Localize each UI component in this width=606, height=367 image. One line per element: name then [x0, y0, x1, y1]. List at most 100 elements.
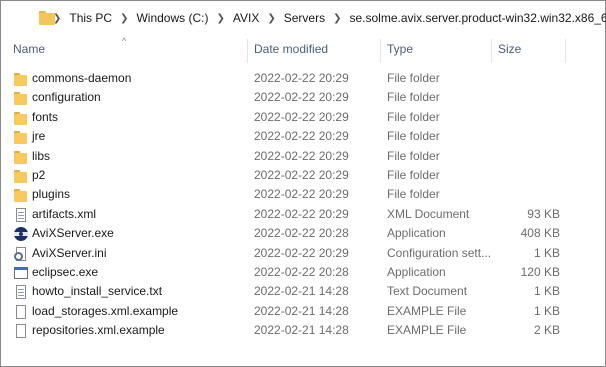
chevron-right-icon[interactable]: ❯	[216, 13, 224, 24]
file-date-modified: 2022-02-22 20:29	[254, 148, 349, 163]
file-name: artifacts.xml	[32, 206, 97, 221]
file-row[interactable]: repositories.xml.example 2022-02-21 14:28…	[1, 321, 605, 340]
column-header-date-modified[interactable]: Date modified	[254, 35, 328, 63]
file-date-modified: 2022-02-21 14:28	[254, 284, 349, 299]
file-size: 1 KB	[533, 303, 560, 318]
column-divider[interactable]	[247, 39, 248, 63]
file-date-modified: 2022-02-22 20:29	[254, 90, 349, 105]
file-name: fonts	[32, 109, 59, 124]
example-file-icon	[13, 304, 29, 320]
breadcrumb: ❯ This PC ❯ Windows (C:) ❯ AVIX ❯ Server…	[45, 11, 606, 25]
folder-icon	[13, 168, 29, 184]
file-date-modified: 2022-02-22 20:29	[254, 129, 349, 144]
text-file-icon	[13, 284, 29, 300]
file-size: 2 KB	[533, 323, 560, 338]
file-row[interactable]: jre 2022-02-22 20:29 File folder	[1, 127, 605, 146]
file-name: configuration	[32, 90, 101, 105]
file-row[interactable]: artifacts.xml 2022-02-22 20:29 XML Documen…	[1, 205, 605, 224]
file-type: Text Document	[387, 284, 468, 299]
folder-icon	[13, 129, 29, 145]
folder-icon	[13, 187, 29, 203]
file-size: 408 KB	[520, 226, 560, 241]
file-type: File folder	[387, 90, 440, 105]
file-name: repositories.xml.example	[32, 323, 165, 338]
file-type: Application	[387, 264, 446, 279]
file-name: plugins	[32, 187, 71, 202]
file-size: 93 KB	[527, 206, 560, 221]
file-row[interactable]: commons-daemon 2022-02-22 20:29 File folde…	[1, 69, 605, 88]
file-list: commons-daemon 2022-02-22 20:29 File folde…	[1, 69, 605, 340]
file-row[interactable]: fonts 2022-02-22 20:29 File folder	[1, 108, 605, 127]
file-name: jre	[32, 129, 46, 144]
file-date-modified: 2022-02-21 14:28	[254, 303, 349, 318]
folder-icon	[13, 149, 29, 165]
file-name: AviXServer.ini	[32, 245, 107, 260]
column-header-row: ^ Name Date modified Type Size	[1, 35, 605, 63]
file-row[interactable]: configuration 2022-02-22 20:29 File folder	[1, 88, 605, 107]
file-type: File folder	[387, 129, 440, 144]
column-divider[interactable]	[380, 39, 381, 63]
chevron-right-icon[interactable]: ❯	[333, 13, 341, 24]
file-size: 1 KB	[533, 245, 560, 260]
address-bar[interactable]: ❯ This PC ❯ Windows (C:) ❯ AVIX ❯ Server…	[1, 1, 606, 35]
xml-file-icon	[13, 207, 29, 223]
file-type: EXAMPLE File	[387, 323, 467, 338]
file-name: libs	[32, 148, 51, 163]
file-row[interactable]: howto_install_service.txt 2022-02-21 14:2…	[1, 282, 605, 301]
column-divider[interactable]	[565, 39, 566, 63]
file-row[interactable]: AviXServer.exe 2022-02-22 20:28 Applicatio…	[1, 224, 605, 243]
file-name: eclipsec.exe	[32, 264, 99, 279]
file-type: File folder	[387, 187, 440, 202]
file-date-modified: 2022-02-22 20:28	[254, 264, 349, 279]
file-explorer-window: ❯ This PC ❯ Windows (C:) ❯ AVIX ❯ Server…	[0, 0, 606, 367]
breadcrumb-this-pc[interactable]: This PC	[69, 11, 112, 25]
file-type: Configuration sett...	[387, 245, 492, 260]
file-size: 1 KB	[533, 284, 560, 299]
breadcrumb-windows-drive[interactable]: Windows (C:)	[136, 11, 208, 25]
config-file-icon	[13, 246, 29, 262]
example-file-icon	[13, 323, 29, 339]
breadcrumb-servers[interactable]: Servers	[284, 11, 325, 25]
file-row[interactable]: libs 2022-02-22 20:29 File folder	[1, 147, 605, 166]
file-date-modified: 2022-02-22 20:29	[254, 109, 349, 124]
file-date-modified: 2022-02-22 20:29	[254, 206, 349, 221]
column-header-type[interactable]: Type	[387, 35, 413, 63]
application-icon	[13, 226, 29, 242]
file-row[interactable]: eclipsec.exe 2022-02-22 20:28 Application 1…	[1, 263, 605, 282]
file-type: File folder	[387, 71, 440, 85]
file-date-modified: 2022-02-22 20:29	[254, 71, 349, 85]
file-date-modified: 2022-02-22 20:29	[254, 167, 349, 182]
column-header-size[interactable]: Size	[498, 35, 521, 63]
column-header-name[interactable]: Name	[13, 35, 45, 63]
file-name: AviXServer.exe	[32, 226, 114, 241]
file-type: Application	[387, 226, 446, 241]
breadcrumb-current-folder[interactable]: se.solme.avix.server.product-win32.win32…	[349, 11, 606, 25]
file-name: commons-daemon	[32, 71, 132, 85]
file-row[interactable]: load_storages.xml.example 2022-02-21 14:2…	[1, 302, 605, 321]
file-type: File folder	[387, 109, 440, 124]
file-row[interactable]: plugins 2022-02-22 20:29 File folder	[1, 185, 605, 204]
folder-icon	[13, 71, 29, 87]
file-size: 120 KB	[520, 264, 560, 279]
file-name: load_storages.xml.example	[32, 303, 179, 318]
file-type: EXAMPLE File	[387, 303, 467, 318]
folder-icon	[13, 90, 29, 106]
column-divider[interactable]	[491, 39, 492, 63]
file-type: File folder	[387, 148, 440, 163]
chevron-right-icon[interactable]: ❯	[267, 13, 275, 24]
file-name: p2	[32, 167, 46, 182]
file-type: XML Document	[387, 206, 470, 221]
file-row[interactable]: p2 2022-02-22 20:29 File folder	[1, 166, 605, 185]
folder-icon	[13, 110, 29, 126]
file-row[interactable]: AviXServer.ini 2022-02-22 20:29 Configurat…	[1, 244, 605, 263]
file-name: howto_install_service.txt	[32, 284, 163, 299]
file-date-modified: 2022-02-22 20:28	[254, 226, 349, 241]
breadcrumb-avix[interactable]: AVIX	[233, 11, 259, 25]
sort-ascending-icon: ^	[122, 36, 127, 46]
eclipse-application-icon	[13, 265, 29, 281]
file-date-modified: 2022-02-21 14:28	[254, 323, 349, 338]
file-type: File folder	[387, 167, 440, 182]
chevron-right-icon[interactable]: ❯	[120, 13, 128, 24]
file-date-modified: 2022-02-22 20:29	[254, 245, 349, 260]
file-date-modified: 2022-02-22 20:29	[254, 187, 349, 202]
